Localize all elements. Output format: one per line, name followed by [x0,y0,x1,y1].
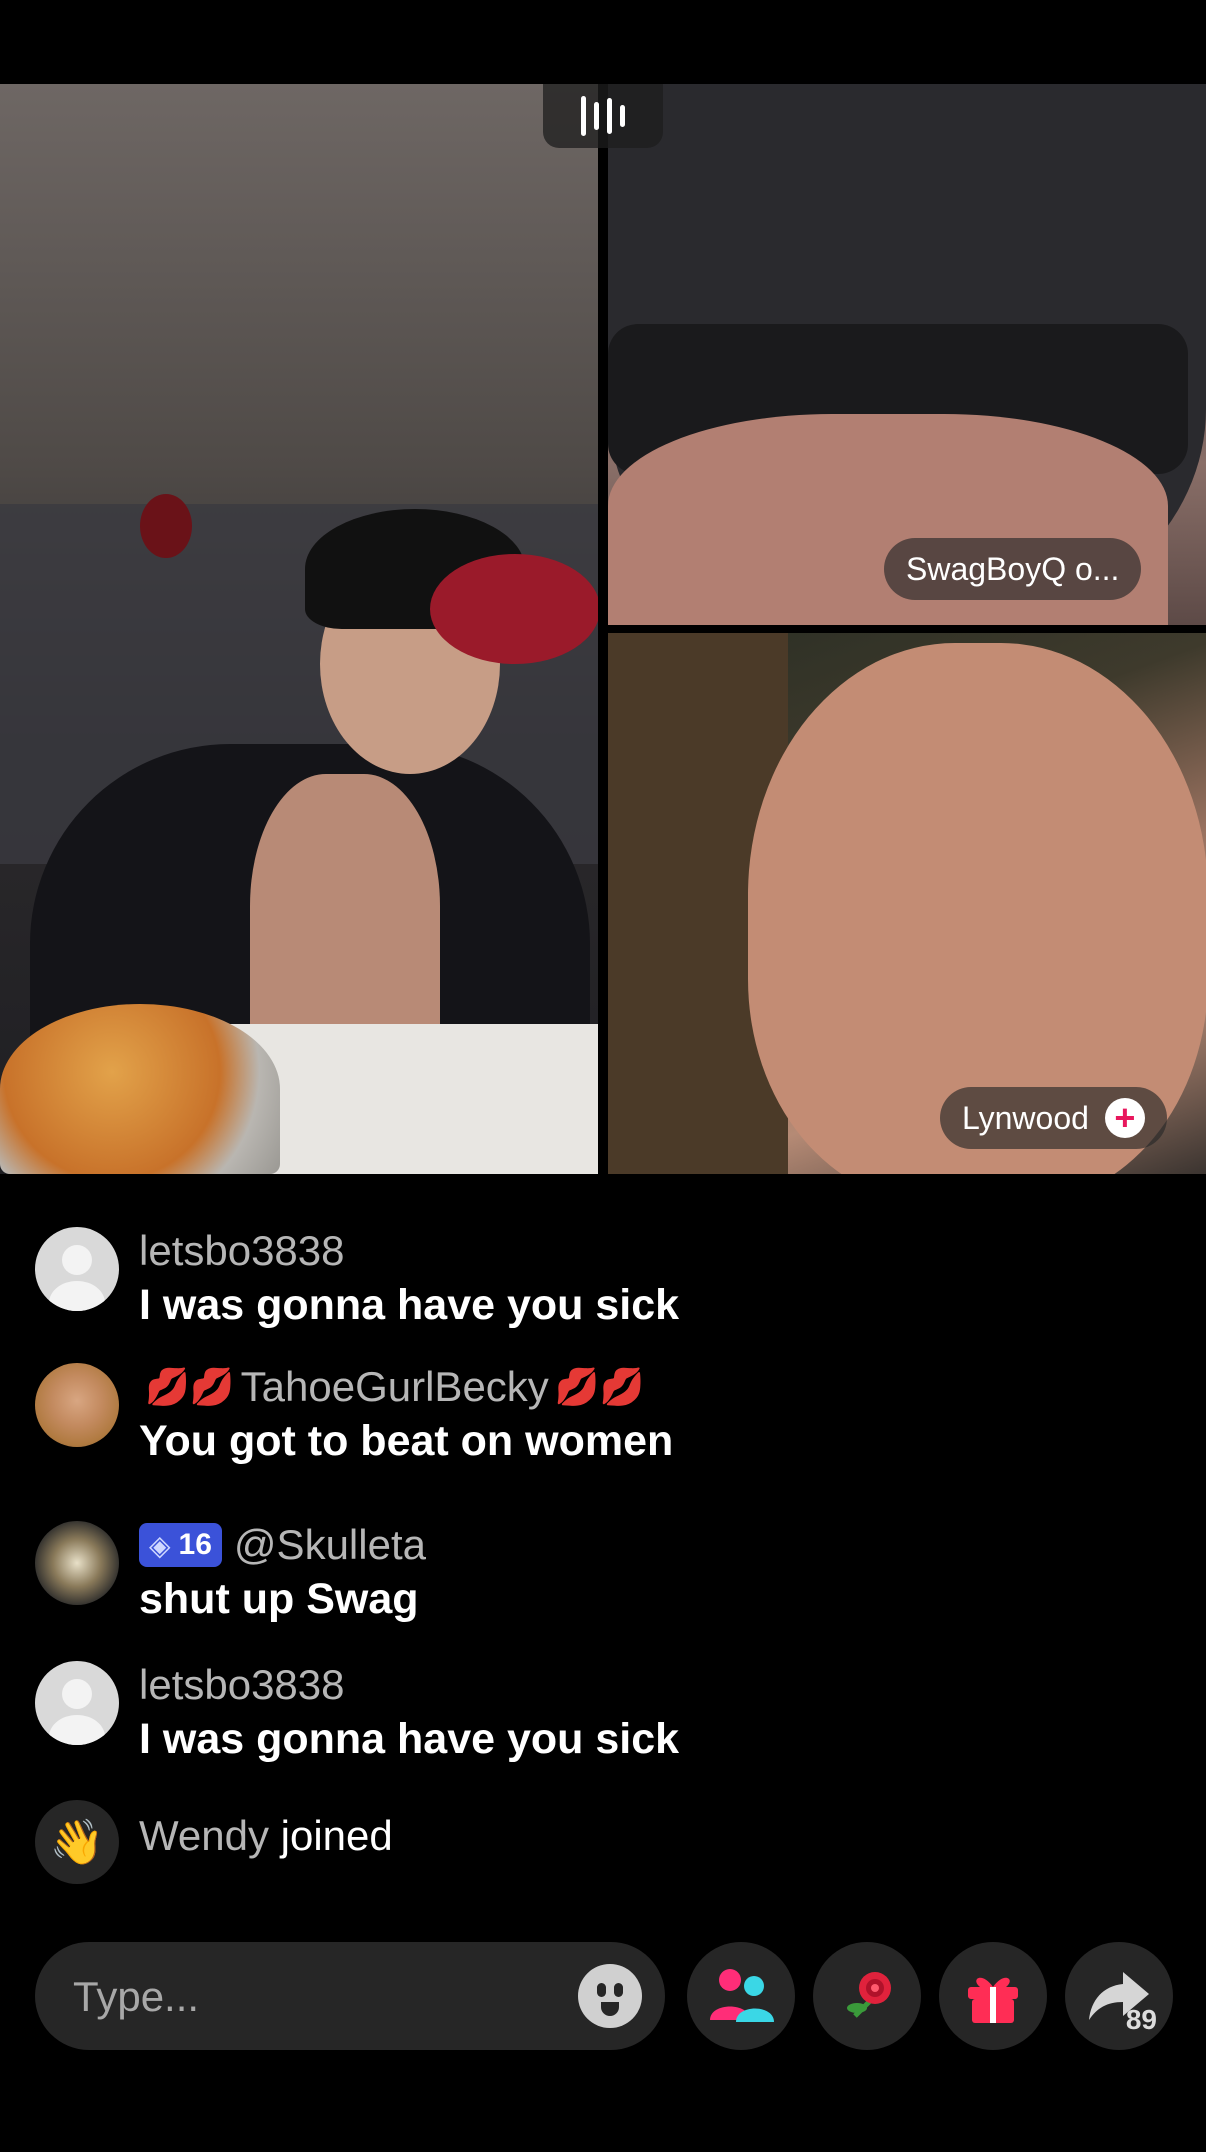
comment-text: You got to beat on women [139,1417,674,1465]
emoji-eye [597,1983,606,1997]
lips-emoji: 💋💋 [145,1366,235,1407]
gift-button[interactable] [939,1942,1047,2050]
rose-icon [847,1972,891,2018]
comment-text: I was gonna have you sick [139,1281,680,1329]
share-button[interactable]: 89 [1065,1942,1173,2050]
emoji-mouth [601,2002,619,2016]
avatar[interactable] [35,1227,119,1311]
emoji-icon[interactable] [578,1964,642,2028]
gift-icon [968,1977,1018,2023]
level-badge: ◈ 16 [139,1523,222,1567]
comment-input-container[interactable] [35,1942,665,2050]
guests-button[interactable] [687,1942,795,2050]
guest-name-tag-top[interactable]: SwagBoyQ o... [884,538,1142,600]
comment-username-row[interactable]: ◈ 16 @Skulleta [139,1521,426,1569]
level-number: 16 [178,1528,212,1561]
comment-input[interactable] [71,1966,555,2028]
comment-username-row[interactable]: 💋💋 TahoeGurlBecky 💋💋 [139,1363,673,1411]
diamond-icon: ◈ [149,1529,171,1561]
audio-indicator[interactable] [543,84,663,148]
avatar[interactable] [35,1363,119,1447]
guest-name-tag-bottom[interactable]: Lynwood + [940,1087,1167,1149]
comment-username: TahoeGurlBecky [240,1363,549,1410]
comment-text: I was gonna have you sick [139,1715,680,1763]
live-screen: SwagBoyQ o... Lynwood + letsbo3838 I was… [0,0,1206,2152]
comment-username: @Skulleta [233,1521,426,1568]
host-video[interactable] [0,84,598,1174]
emoji-eye [614,1983,623,1997]
comment-username[interactable]: letsbo3838 [139,1661,679,1709]
avatar[interactable] [35,1521,119,1605]
avatar[interactable] [35,1661,119,1745]
comment-username[interactable]: letsbo3838 [139,1227,679,1275]
lips-emoji: 💋💋 [554,1366,645,1407]
host-cap-brim [430,554,598,664]
food-tray [0,1004,280,1174]
share-count: 89 [1125,2004,1157,2035]
wave-hand-icon: 👋 [35,1800,119,1884]
comment-text: shut up Swag [139,1575,419,1623]
rose-gift-button[interactable] [813,1942,921,2050]
balloon [140,494,192,558]
guest-name-top: SwagBoyQ o... [906,550,1120,587]
people-icon [710,1969,774,2022]
joined-label: joined [280,1812,393,1859]
joined-username[interactable]: Wendy [139,1812,269,1859]
follow-plus-icon[interactable]: + [1104,1098,1145,1138]
guest-name-bottom: Lynwood [962,1099,1089,1136]
